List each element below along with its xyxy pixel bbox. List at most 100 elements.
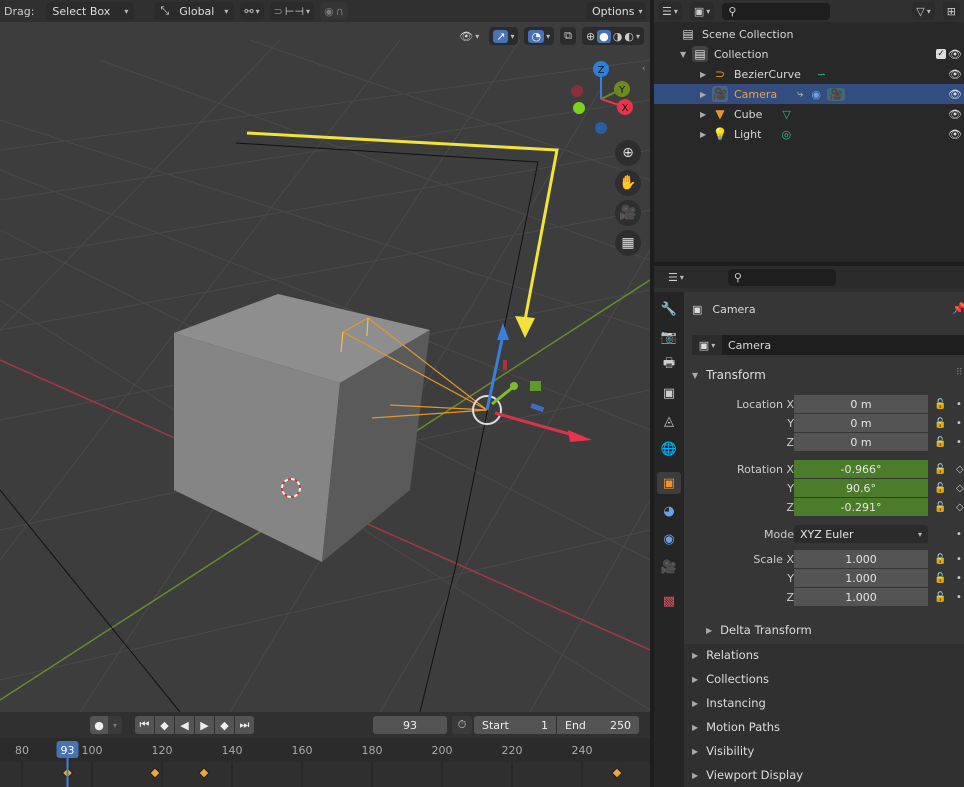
scale-z-field[interactable]: 1.000: [794, 588, 928, 607]
world-tab-icon[interactable]: 🌐: [657, 438, 681, 460]
object-name-input[interactable]: Camera: [722, 335, 964, 355]
timeline-canvas[interactable]: 80 100 120 140 160 180 200 220 240 93: [0, 738, 650, 787]
lock-icon[interactable]: 🔓: [934, 464, 946, 475]
outliner-row-scene-collection[interactable]: ▤ Scene Collection: [654, 24, 964, 44]
scale-y-field[interactable]: 1.000: [794, 569, 928, 588]
next-keyframe-icon[interactable]: ◆: [215, 716, 234, 734]
shading-mode-group[interactable]: ⊕ ● ◑ ◐ ▾: [581, 27, 644, 45]
chevron-down-icon[interactable]: ▾: [108, 716, 122, 734]
delta-transform-subpanel[interactable]: ▶ Delta Transform: [706, 619, 812, 641]
record-icon[interactable]: ●: [90, 716, 108, 734]
options-dropdown[interactable]: Options ▾: [586, 2, 646, 20]
object-name-field[interactable]: ▣ ▾ Camera: [692, 335, 964, 355]
panel-instancing[interactable]: ▶ Instancing: [692, 692, 766, 714]
object-data-link-icon[interactable]: ◉: [811, 88, 821, 101]
outliner-row-beziercurve[interactable]: ▶ ⊃ BezierCurve ∽ 👁: [654, 64, 964, 84]
jump-start-icon[interactable]: ⏮: [135, 716, 154, 734]
scale-x-field[interactable]: 1.000: [794, 550, 928, 569]
rotation-x-field[interactable]: -0.966°: [794, 460, 928, 479]
mesh-data-icon[interactable]: ▽: [782, 108, 790, 121]
3d-viewport[interactable]: Z Y X Drag: Select Box ▾ ⤡ Global ▾ ⚯ ▾ ⊃ ⊢⊣ ▾…: [0, 0, 650, 712]
play-reverse-icon[interactable]: ◀: [175, 716, 194, 734]
snap-increment-icon[interactable]: ⊢⊣: [285, 5, 304, 18]
xray-toggle[interactable]: ⧉: [560, 27, 576, 45]
lock-icon[interactable]: 🔓: [934, 418, 946, 429]
location-x-field[interactable]: 0 m: [794, 395, 928, 414]
tool-tab-icon[interactable]: 🔧: [657, 298, 681, 320]
orientation-dropdown[interactable]: ⤡ Global ▾: [154, 2, 235, 20]
filter-view-dropdown[interactable]: ▣ ▾: [689, 2, 715, 20]
sidebar-toggle-icon[interactable]: ‹: [642, 64, 650, 78]
wireframe-shading-icon[interactable]: ⊕: [586, 30, 595, 43]
pivot-point-dropdown[interactable]: ⚯ ▾: [240, 2, 264, 20]
scene-tab-icon[interactable]: ◬: [657, 410, 681, 432]
transform-panel-header[interactable]: ▼ Transform: [692, 364, 766, 386]
play-icon[interactable]: ▶: [195, 716, 214, 734]
location-y-field[interactable]: 0 m: [794, 414, 928, 433]
zoom-icon[interactable]: ⊕: [615, 140, 641, 166]
panel-relations[interactable]: ▶ Relations: [692, 644, 759, 666]
panel-viewport-display[interactable]: ▶ Viewport Display: [692, 764, 803, 786]
snap-group[interactable]: ⊃ ⊢⊣ ▾: [269, 2, 315, 20]
keyframe-diamond-icon[interactable]: ◇: [956, 502, 964, 513]
expand-triangle-icon[interactable]: ▶: [700, 70, 712, 79]
rotation-z-field[interactable]: -0.291°: [794, 498, 928, 517]
keyframe-dot-icon[interactable]: •: [956, 529, 962, 540]
panel-collections[interactable]: ▶ Collections: [692, 668, 769, 690]
view-layer-tab-icon[interactable]: ▣: [657, 382, 681, 404]
properties-search-input[interactable]: ⚲: [727, 268, 836, 286]
new-collection-button[interactable]: ⊞: [942, 2, 960, 20]
stopwatch-icon[interactable]: ⏱: [452, 716, 472, 734]
camera-data-icon[interactable]: 🎥: [826, 87, 845, 101]
outliner-row-collection[interactable]: ▼ ▤ Collection ✓ 👁: [654, 44, 964, 64]
keyframe-diamond-icon[interactable]: ◇: [956, 483, 964, 494]
pin-icon[interactable]: 📌: [952, 302, 964, 315]
prev-keyframe-icon[interactable]: ◆: [155, 716, 174, 734]
object-browse-dropdown[interactable]: ▣ ▾: [692, 335, 722, 355]
keyframe-dot-icon[interactable]: •: [956, 554, 962, 565]
jump-end-icon[interactable]: ⏭: [235, 716, 254, 734]
lock-icon[interactable]: 🔓: [934, 437, 946, 448]
gizmo-toggle[interactable]: ↗ ▾: [489, 27, 519, 45]
solid-shading-icon[interactable]: ●: [597, 29, 611, 43]
camera-view-icon[interactable]: 🎥: [615, 200, 641, 226]
expand-triangle-icon[interactable]: ▶: [700, 90, 712, 99]
expand-triangle-icon[interactable]: ▶: [700, 130, 712, 139]
keyframe-diamond[interactable]: [198, 767, 210, 779]
visibility-eye-icon[interactable]: 👁: [948, 128, 962, 141]
editor-type-dropdown[interactable]: ☰ ▾: [664, 268, 688, 286]
constraints-tab-icon[interactable]: ◉: [657, 528, 681, 550]
snap-magnet-icon[interactable]: ⊃: [274, 5, 283, 18]
filter-dropdown[interactable]: ▽ ▾: [912, 2, 935, 20]
visibility-eye-icon[interactable]: 👁: [948, 48, 962, 61]
exclude-checkbox[interactable]: ✓: [936, 49, 946, 59]
physics-tab-icon[interactable]: ◕: [657, 500, 681, 522]
end-frame-field[interactable]: End 250: [557, 716, 639, 734]
collapse-triangle-icon[interactable]: ▼: [680, 50, 692, 59]
lock-icon[interactable]: 🔓: [934, 399, 946, 410]
lock-icon[interactable]: 🔓: [934, 573, 946, 584]
expand-triangle-icon[interactable]: ▶: [700, 110, 712, 119]
panel-motion-paths[interactable]: ▶ Motion Paths: [692, 716, 780, 738]
texture-tab-icon[interactable]: ▩: [657, 590, 681, 612]
keyframe-diamond[interactable]: [611, 767, 623, 779]
drag-handle-icon[interactable]: ⠿: [956, 368, 963, 378]
lock-icon[interactable]: 🔓: [934, 554, 946, 565]
display-mode-dropdown[interactable]: ☰ ▾: [658, 2, 682, 20]
proportional-edit-icon[interactable]: ◉: [324, 5, 334, 18]
visibility-eye-icon[interactable]: 👁: [948, 68, 962, 81]
outliner-row-light[interactable]: ▶ 💡 Light ◎ 👁: [654, 124, 964, 144]
panel-visibility[interactable]: ▶ Visibility: [692, 740, 754, 762]
start-frame-field[interactable]: Start 1: [474, 716, 556, 734]
material-shading-icon[interactable]: ◑: [613, 30, 623, 43]
keyframe-dot-icon[interactable]: •: [956, 399, 962, 410]
visibility-eye-icon[interactable]: 👁: [948, 88, 962, 101]
falloff-icon[interactable]: ∩: [336, 5, 344, 18]
keyframe-dot-icon[interactable]: •: [956, 573, 962, 584]
keyframe-diamond[interactable]: [149, 767, 161, 779]
overlays-toggle[interactable]: ◔ ▾: [524, 27, 555, 45]
outliner-row-cube[interactable]: ▶ ▼ Cube ▽ 👁: [654, 104, 964, 124]
outliner-search-input[interactable]: ⚲: [722, 2, 831, 20]
keyframe-diamond-icon[interactable]: ◇: [956, 464, 964, 475]
current-frame-field[interactable]: 93: [373, 716, 447, 734]
